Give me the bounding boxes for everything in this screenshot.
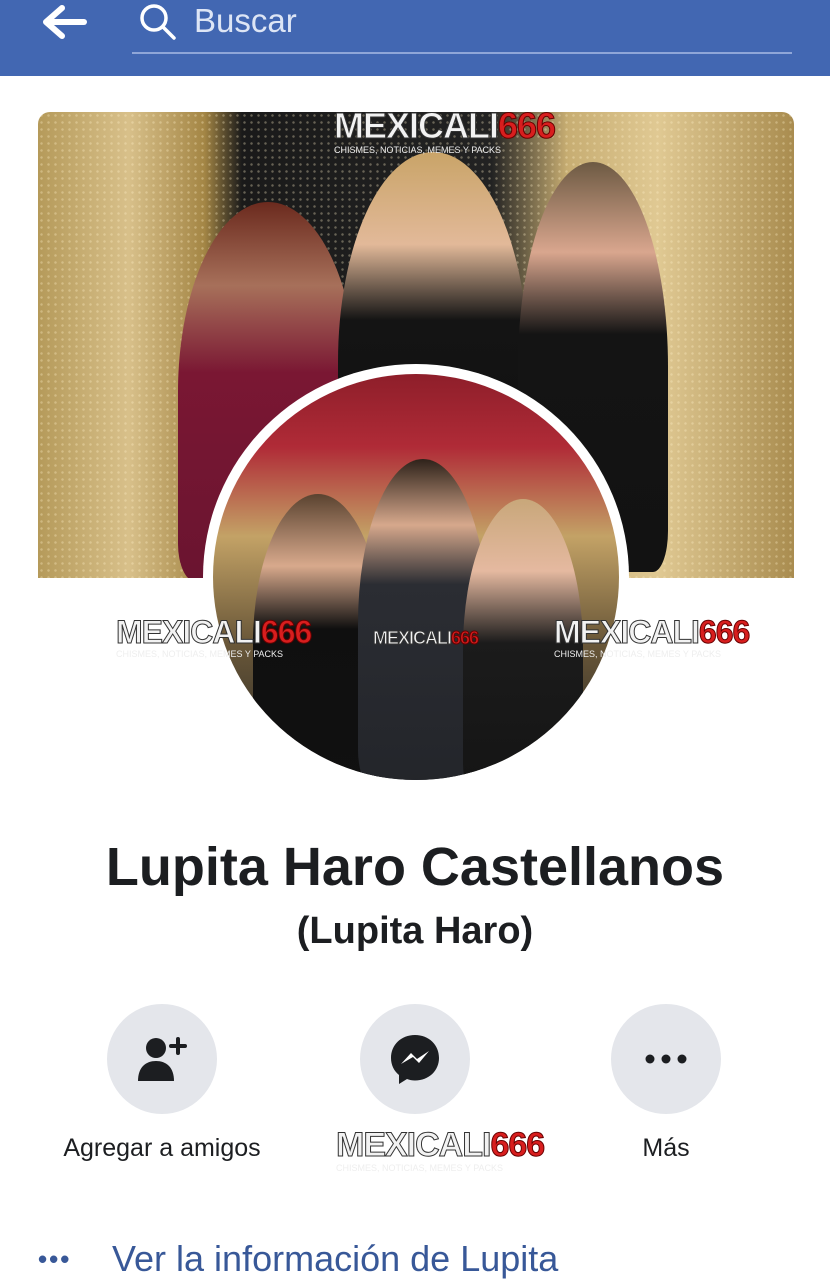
profile-name: Lupita Haro Castellanos — [105, 837, 725, 897]
more-label: Más — [642, 1134, 690, 1162]
watermark-text: MEXICALI — [116, 614, 263, 650]
search-input[interactable] — [194, 0, 754, 42]
watermark-number: 666 — [451, 628, 480, 648]
watermark-number: 666 — [260, 614, 312, 650]
watermark-tagline: CHISMES, NOTICIAS, MEMES Y PACKS — [336, 1163, 504, 1173]
back-arrow-icon[interactable] — [42, 4, 88, 40]
left-watermark: MEXICALI666 CHISMES, NOTICIAS, MEMES Y P… — [116, 614, 313, 659]
avatar-watermark: MEXICALI666 — [372, 628, 480, 648]
more-icon — [645, 1054, 687, 1064]
search-bar[interactable] — [132, 0, 792, 54]
search-icon — [138, 2, 178, 42]
watermark-tagline: CHISMES, NOTICIAS, MEMES Y PACKS — [554, 649, 722, 659]
cover-watermark: MEXICALI666 CHISMES, NOTICIAS, MEMES Y P… — [333, 112, 557, 155]
watermark-number: 666 — [498, 112, 557, 146]
more-button[interactable] — [611, 1004, 721, 1114]
profile-alternate-name: (Lupita Haro) — [296, 910, 534, 952]
view-info-label: Ver la información de Lupita — [112, 1238, 559, 1279]
dots-icon: ••• — [38, 1244, 72, 1274]
right-watermark: MEXICALI666 CHISMES, NOTICIAS, MEMES Y P… — [554, 614, 751, 659]
add-friend-button[interactable] — [107, 1004, 217, 1114]
watermark-number: 666 — [698, 614, 750, 650]
top-bar — [0, 0, 830, 76]
messenger-icon — [391, 1035, 439, 1084]
watermark-text: MEXICALI — [554, 614, 701, 650]
watermark-text: MEXICALI — [333, 112, 499, 146]
watermark-text: MEXICALI — [335, 1126, 491, 1164]
watermark-tagline: CHISMES, NOTICIAS, MEMES Y PACKS — [116, 649, 284, 659]
watermark-text: MEXICALI — [372, 628, 452, 648]
add-friend-icon — [138, 1037, 187, 1081]
watermark-tagline: CHISMES, NOTICIAS, MEMES Y PACKS — [334, 145, 502, 155]
message-button[interactable] — [360, 1004, 470, 1114]
message-watermark: MEXICALI666 CHISMES, NOTICIAS, MEMES Y P… — [335, 1126, 545, 1173]
profile-picture[interactable]: MEXICALI666 — [213, 374, 619, 780]
add-friend-label: Agregar a amigos — [63, 1134, 261, 1162]
